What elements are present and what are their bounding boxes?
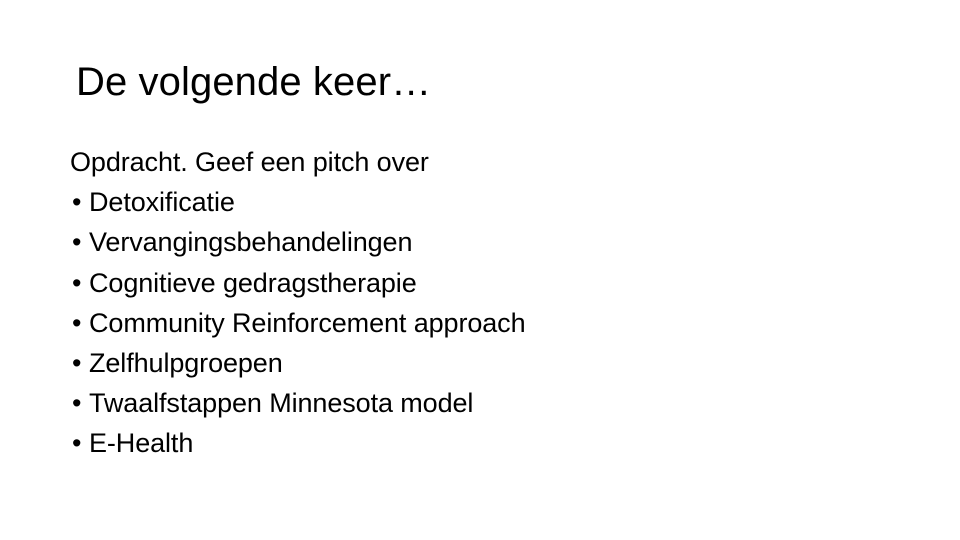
bullet-icon: • [72, 227, 82, 258]
bullet-icon: • [72, 428, 82, 459]
list-item-label: Detoxificatie [89, 187, 235, 218]
list-item-label: Zelfhulpgroepen [89, 348, 283, 379]
list-item: • E-Health [68, 423, 898, 463]
list-item-label: E-Health [89, 428, 194, 459]
slide-body: Opdracht. Geef een pitch over • Detoxifi… [68, 142, 898, 464]
bullet-icon: • [72, 388, 82, 419]
list-item: • Zelfhulpgroepen [68, 343, 898, 383]
list-item-label: Community Reinforcement approach [89, 307, 526, 338]
assignment-lead-text: Opdracht. Geef een pitch over [70, 147, 429, 177]
bullet-icon: • [72, 348, 82, 379]
list-item-label: Twaalfstappen Minnesota model [89, 388, 474, 419]
list-item-label: Vervangingsbehandelingen [89, 227, 413, 258]
list-item: • Cognitieve gedragstherapie [68, 263, 898, 303]
list-item: • Community Reinforcement approach [68, 303, 898, 343]
list-item-label: Cognitieve gedragstherapie [89, 267, 417, 298]
bullet-icon: • [72, 267, 82, 298]
slide-canvas: De volgende keer… Opdracht. Geef een pit… [0, 0, 960, 540]
list-item: • Vervangingsbehandelingen [68, 222, 898, 262]
list-item: • Twaalfstappen Minnesota model [68, 383, 898, 423]
list-item: • Detoxificatie [68, 182, 898, 222]
slide-title: De volgende keer… [76, 60, 432, 104]
bullet-icon: • [72, 307, 82, 338]
bullet-icon: • [72, 187, 82, 218]
